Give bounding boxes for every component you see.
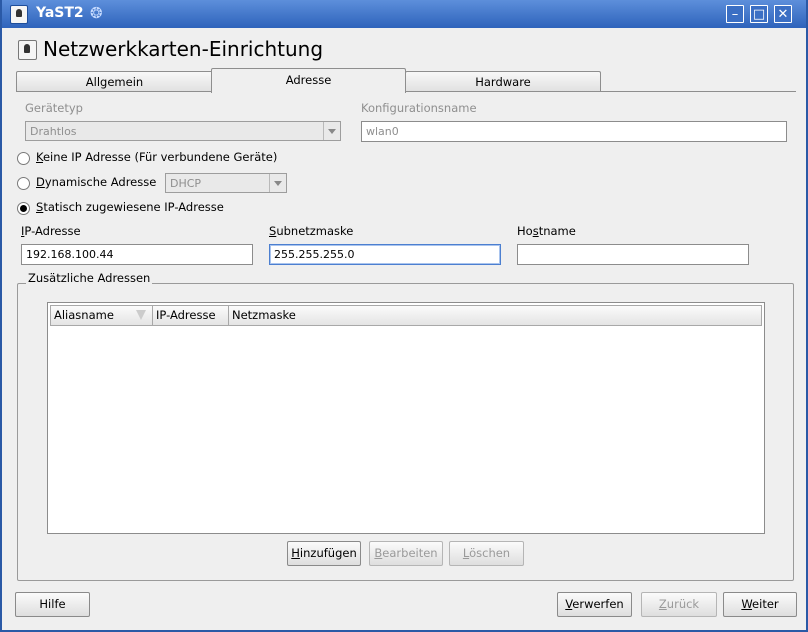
tab-hardware[interactable]: Hardware — [405, 71, 601, 91]
edit-button[interactable]: Bearbeiten — [369, 541, 443, 566]
dynamic-address-radio[interactable] — [17, 177, 30, 190]
config-name-label: Konfigurationsname — [361, 101, 477, 115]
table-header: Aliasname IP-Adresse Netzmaske — [50, 305, 762, 326]
next-button[interactable]: Weiter — [723, 592, 797, 617]
page-title: Netzwerkkarten-Einrichtung — [43, 37, 324, 61]
no-ip-label: Keine IP Adresse (Für verbundene Geräte) — [36, 150, 278, 164]
delete-button[interactable]: Löschen — [449, 541, 524, 566]
dynamic-method-value: DHCP — [170, 177, 202, 190]
window-title: YaST2 — [36, 5, 84, 21]
title-bar[interactable]: YaST2 ❂ – □ ✕ — [2, 0, 806, 28]
static-address-radio[interactable] — [17, 202, 30, 215]
subnet-mask-field[interactable] — [269, 244, 501, 265]
discard-button[interactable]: Verwerfen — [557, 592, 632, 617]
minimize-icon[interactable]: – — [726, 5, 744, 23]
hostname-label: Hostname — [517, 224, 576, 238]
yast-app-icon — [10, 5, 28, 24]
tab-adresse[interactable]: Adresse — [211, 68, 406, 93]
device-type-select[interactable]: Drahtlos — [25, 121, 341, 141]
ip-address-field[interactable] — [21, 244, 253, 265]
alias-table[interactable]: Aliasname IP-Adresse Netzmaske — [47, 302, 765, 534]
network-card-icon — [18, 40, 37, 60]
add-button[interactable]: Hinzufügen — [287, 541, 361, 566]
maximize-icon[interactable]: □ — [750, 5, 768, 23]
close-icon[interactable]: ✕ — [774, 5, 792, 23]
swirl-icon: ❂ — [90, 4, 103, 22]
chevron-down-icon — [323, 122, 340, 140]
config-name-field[interactable] — [361, 121, 787, 142]
additional-addresses-title: Zusätzliche Adressen — [26, 271, 153, 285]
yast-window: YaST2 ❂ – □ ✕ Netzwerkkarten-Einrichtung… — [0, 0, 808, 632]
sort-descending-icon — [136, 310, 146, 320]
subnet-mask-label: Subnetzmaske — [269, 224, 354, 238]
hostname-field[interactable] — [517, 244, 749, 265]
static-address-label: Statisch zugewiesene IP-Adresse — [36, 200, 224, 214]
column-header-netmask[interactable]: Netzmaske — [229, 306, 761, 325]
device-type-value: Drahtlos — [30, 125, 77, 138]
tab-allgemein[interactable]: Allgemein — [16, 71, 213, 91]
column-header-ip-address[interactable]: IP-Adresse — [153, 306, 229, 325]
dynamic-address-label: Dynamische Adresse — [36, 175, 157, 189]
no-ip-radio[interactable] — [17, 152, 30, 165]
column-header-aliasname[interactable]: Aliasname — [51, 306, 153, 325]
device-type-label: Gerätetyp — [25, 101, 83, 115]
dynamic-method-select[interactable]: DHCP — [165, 173, 287, 193]
ip-address-label: IP-Adresse — [21, 224, 81, 238]
chevron-down-icon — [269, 174, 286, 192]
back-button[interactable]: Zurück — [641, 592, 717, 617]
help-button[interactable]: Hilfe — [15, 592, 90, 617]
